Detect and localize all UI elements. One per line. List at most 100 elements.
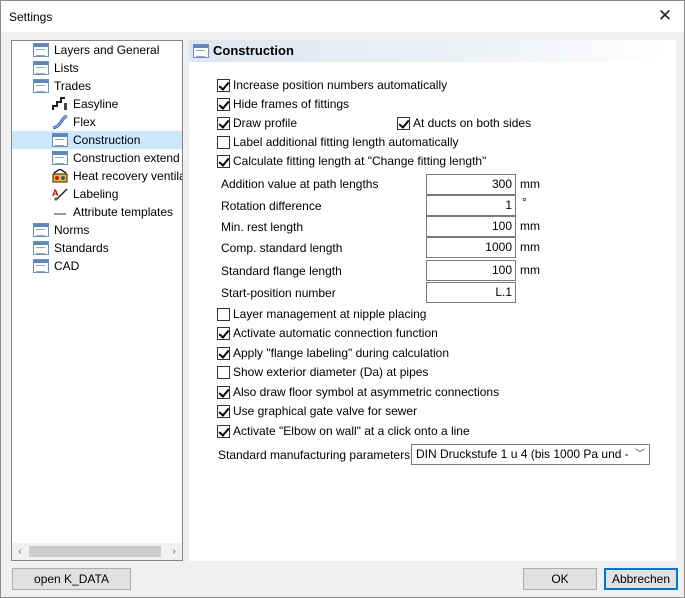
document-icon [33,241,49,255]
checkbox-box[interactable] [217,425,230,438]
tree-item-labeling[interactable]: A Labeling [12,185,182,203]
addition-value-input[interactable]: 300 [426,174,516,195]
open-k-data-button[interactable]: open K_DATA [12,568,131,590]
tree-item-label: Heat recovery ventila [73,169,183,183]
tree-item-trades[interactable]: Trades [12,77,182,95]
checkbox-box[interactable] [217,136,230,149]
unit-label: mm [520,240,540,254]
flex-icon [52,114,68,130]
tree-item-standards[interactable]: Standards [12,239,182,257]
settings-dialog: Settings ✕ Layers and General Lists Trad… [0,0,685,598]
labeling-icon: A [52,187,68,201]
checkbox-box[interactable] [217,79,230,92]
tree-item-layers-and-general[interactable]: Layers and General [12,41,182,59]
checkbox-label: Activate automatic connection function [233,326,438,340]
tree-item-lists[interactable]: Lists [12,59,182,77]
tree-item-label: Trades [54,79,91,93]
checkbox-box[interactable] [217,155,230,168]
document-icon [33,61,49,75]
document-icon [33,259,49,273]
tree-item-label: Attribute templates [73,205,174,219]
checkbox-box[interactable] [397,117,410,130]
checkbox-label: Activate "Elbow on wall" at a click onto… [233,424,470,438]
tree-item-flex[interactable]: Flex [12,113,182,131]
heat-recovery-icon [52,168,68,183]
field-label-min-rest-length: Min. rest length [221,220,304,234]
tree-horizontal-scrollbar[interactable]: ‹ › [12,543,182,560]
field-label-comp-standard-length: Comp. standard length [221,241,343,255]
checkbox-box[interactable] [217,98,230,111]
standard-flange-length-input[interactable]: 100 [426,260,516,281]
checkbox-box[interactable] [217,327,230,340]
manufacturing-parameters-label: Standard manufacturing parameters [218,448,411,462]
document-icon [193,44,209,58]
checkbox-label: At ducts on both sides [413,116,532,130]
checkbox-box[interactable] [217,308,230,321]
tree-item-cad[interactable]: CAD [12,257,182,275]
checkbox-box[interactable] [217,347,230,360]
tree-item-label: Standards [54,241,109,255]
tree-item-norms[interactable]: Norms [12,221,182,239]
document-icon [33,79,49,93]
unit-label: ° [522,195,527,209]
svg-text:A: A [52,188,59,198]
ok-button[interactable]: OK [523,568,597,590]
tree-item-label: Construction [73,133,141,147]
checkbox-label: Draw profile [233,116,298,130]
unit-label: mm [520,263,540,277]
document-icon [33,223,49,237]
easyline-icon [52,97,68,111]
checkbox-label: Show exterior diameter (Da) at pipes [233,365,429,379]
start-position-number-input[interactable]: L.1 [426,282,516,303]
manufacturing-parameters-select[interactable]: DIN Druckstufe 1 u 4 (bis 1000 Pa und -6… [411,444,650,465]
cancel-button[interactable]: Abbrechen [604,568,678,590]
checkbox-label: Increase position numbers automatically [233,78,448,92]
chevron-down-icon[interactable]: ﹀ [635,445,645,464]
checkbox-label: Use graphical gate valve for sewer [233,404,418,418]
tree-item-construction[interactable]: Construction [12,131,182,149]
select-value: DIN Druckstufe 1 u 4 (bis 1000 Pa und -6… [416,447,628,461]
checkbox-box[interactable] [217,366,230,379]
tree-item-label: CAD [54,259,80,273]
unit-label: mm [520,219,540,233]
checkbox-box[interactable] [217,405,230,418]
scroll-right-icon[interactable]: › [166,543,182,560]
unit-label: mm [520,177,540,191]
checkbox-box[interactable] [217,386,230,399]
field-label-rotation-difference: Rotation difference [221,199,322,213]
min-rest-length-input[interactable]: 100 [426,216,516,237]
field-label-addition-value: Addition value at path lengths [221,177,379,191]
settings-tree[interactable]: Layers and General Lists Trades Easyline… [11,40,183,561]
checkbox-box[interactable] [217,117,230,130]
scroll-thumb[interactable] [29,546,161,557]
rotation-difference-input[interactable]: 1 [426,195,516,216]
tree-item-label: Flex [73,115,96,129]
checkbox-label: Calculate fitting length at "Change fitt… [233,154,487,168]
tree-item-attribute-templates[interactable]: Attribute templates [12,203,182,221]
window-title: Settings [9,10,53,24]
tree-item-label: Layers and General [54,43,160,57]
checkbox-label: Layer management at nipple placing [233,307,427,321]
field-label-standard-flange-length: Standard flange length [221,264,342,278]
tree-item-construction-extend[interactable]: Construction extend [12,149,182,167]
tree-item-easyline[interactable]: Easyline [12,95,182,113]
checkbox-label: Apply "flange labeling" during calculati… [233,346,449,360]
comp-standard-length-input[interactable]: 1000 [426,237,516,258]
tree-item-label: Norms [54,223,90,237]
construction-settings-panel: Construction Increase position numbers a… [189,40,676,561]
panel-title: Construction [213,43,294,58]
tree-item-label: Construction extend [73,151,180,165]
tree-item-heat-recovery[interactable]: Heat recovery ventila [12,167,182,185]
document-icon [52,151,68,165]
close-icon[interactable]: ✕ [652,4,678,28]
tree-item-label: Easyline [73,97,119,111]
scroll-left-icon[interactable]: ‹ [12,543,28,560]
panel-header: Construction [189,40,676,62]
tree-item-label: Labeling [73,187,119,201]
checkbox-label: Also draw floor symbol at asymmetric con… [233,385,500,399]
document-icon [52,133,68,147]
attribute-templates-icon [52,205,68,219]
tree-item-label: Lists [54,61,79,75]
checkbox-label: Hide frames of fittings [233,97,350,111]
field-label-start-position-number: Start-position number [221,286,336,300]
